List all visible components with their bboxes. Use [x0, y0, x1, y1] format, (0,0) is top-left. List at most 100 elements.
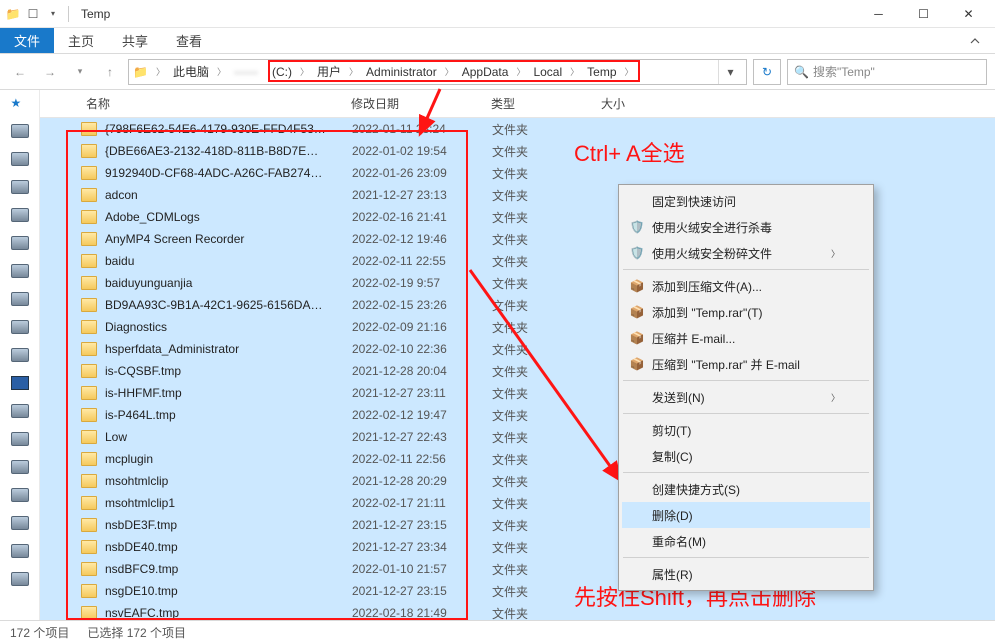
menu-properties[interactable]: 属性(R) — [622, 561, 870, 587]
qat-dropdown[interactable]: ▾ — [44, 5, 62, 23]
menu-copy[interactable]: 复制(C) — [622, 443, 870, 469]
folder-icon — [81, 606, 97, 620]
file-type: 文件夹 — [492, 121, 602, 138]
col-size[interactable]: 大小 — [595, 95, 675, 112]
table-row[interactable]: nsvEAFC.tmp2022-02-18 21:49文件夹 — [40, 602, 995, 620]
file-name: AnyMP4 Screen Recorder — [105, 232, 352, 246]
file-date: 2021-12-27 23:15 — [352, 584, 492, 598]
menu-add-temp-rar[interactable]: 📦添加到 "Temp.rar"(T) — [622, 299, 870, 325]
history-dropdown[interactable]: ▾ — [68, 60, 92, 84]
file-date: 2021-12-27 23:15 — [352, 518, 492, 532]
shield-icon: 🛡️ — [628, 220, 646, 234]
col-date[interactable]: 修改日期 — [345, 95, 485, 112]
sidebar-item[interactable] — [11, 516, 29, 534]
sidebar-item[interactable] — [11, 264, 29, 282]
file-name: mcplugin — [105, 452, 352, 466]
file-date: 2021-12-27 23:13 — [352, 188, 492, 202]
menu-delete[interactable]: 删除(D) — [622, 502, 870, 528]
menu-add-archive[interactable]: 📦添加到压缩文件(A)... — [622, 273, 870, 299]
menu-cut[interactable]: 剪切(T) — [622, 417, 870, 443]
file-type: 文件夹 — [492, 539, 602, 556]
sidebar-item[interactable] — [11, 320, 29, 338]
quick-access-icon[interactable]: ★ — [11, 96, 29, 114]
sidebar-item[interactable] — [11, 152, 29, 170]
sidebar-item[interactable] — [11, 208, 29, 226]
search-input[interactable]: 🔍 搜索"Temp" — [787, 59, 987, 85]
menu-separator — [623, 413, 869, 414]
tab-file[interactable]: 文件 — [0, 28, 54, 53]
sidebar-item[interactable] — [11, 348, 29, 366]
folder-icon — [81, 342, 97, 356]
crumb-hidden[interactable]: ······ — [228, 60, 264, 84]
crumb-users[interactable]: 用户 — [311, 60, 347, 84]
close-button[interactable]: ✕ — [946, 0, 991, 28]
file-type: 文件夹 — [492, 209, 602, 226]
sidebar-item[interactable] — [11, 572, 29, 590]
search-icon: 🔍 — [794, 65, 809, 79]
ribbon-toggle[interactable] — [955, 28, 995, 53]
file-name: nsgDE10.tmp — [105, 584, 352, 598]
file-type: 文件夹 — [492, 363, 602, 380]
sidebar-item[interactable] — [11, 292, 29, 310]
table-row[interactable]: 9192940D-CF68-4ADC-A26C-FAB274…2022-01-2… — [40, 162, 995, 184]
menu-rename[interactable]: 重命名(M) — [622, 528, 870, 554]
sidebar-this-pc[interactable] — [11, 376, 29, 394]
sidebar-item[interactable] — [11, 432, 29, 450]
refresh-button[interactable]: ↻ — [753, 59, 781, 85]
chevron-right-icon: 〉 — [445, 65, 454, 78]
file-date: 2022-02-12 19:46 — [352, 232, 492, 246]
file-date: 2022-02-11 22:55 — [352, 254, 492, 268]
col-type[interactable]: 类型 — [485, 95, 595, 112]
menu-separator — [623, 269, 869, 270]
folder-icon — [81, 430, 97, 444]
address-bar[interactable]: 📁 〉 此电脑 〉 ······ (C:) 〉 用户 〉 Administrat… — [128, 59, 747, 85]
crumb-temp[interactable]: Temp — [581, 60, 622, 84]
annotation-text: Ctrl+ A全选 — [574, 136, 685, 168]
file-date: 2022-02-15 23:26 — [352, 298, 492, 312]
sidebar-item[interactable] — [11, 488, 29, 506]
address-dropdown[interactable]: ▾ — [718, 60, 742, 84]
table-row[interactable]: {DBE66AE3-2132-418D-811B-B8D7E…2022-01-0… — [40, 140, 995, 162]
sidebar-item[interactable] — [11, 460, 29, 478]
sidebar-item[interactable] — [11, 544, 29, 562]
crumb-root[interactable]: 此电脑 — [167, 60, 215, 84]
file-type: 文件夹 — [492, 187, 602, 204]
file-type: 文件夹 — [492, 385, 602, 402]
menu-compress-email[interactable]: 📦压缩并 E-mail... — [622, 325, 870, 351]
menu-shortcut[interactable]: 创建快捷方式(S) — [622, 476, 870, 502]
menu-huorong-scan[interactable]: 🛡️使用火绒安全进行杀毒 — [622, 214, 870, 240]
menu-pin[interactable]: 固定到快速访问 — [622, 188, 870, 214]
maximize-button[interactable]: ☐ — [901, 0, 946, 28]
crumb-drive[interactable]: (C:) — [266, 60, 298, 84]
file-date: 2022-02-18 21:49 — [352, 606, 492, 620]
crumb-admin[interactable]: Administrator — [360, 60, 443, 84]
sidebar-item[interactable] — [11, 124, 29, 142]
col-name[interactable]: 名称 — [80, 95, 345, 112]
file-date: 2022-02-12 19:47 — [352, 408, 492, 422]
file-type: 文件夹 — [492, 495, 602, 512]
file-type: 文件夹 — [492, 341, 602, 358]
tab-share[interactable]: 共享 — [108, 28, 162, 53]
forward-button[interactable]: → — [38, 60, 62, 84]
sidebar-item[interactable] — [11, 404, 29, 422]
file-name: is-CQSBF.tmp — [105, 364, 352, 378]
minimize-button[interactable]: ─ — [856, 0, 901, 28]
menu-send-to[interactable]: 发送到(N)〉 — [622, 384, 870, 410]
table-row[interactable]: {798F6E62-54E6-4179-930E-FFD4F53…2022-01… — [40, 118, 995, 140]
crumb-local[interactable]: Local — [527, 60, 568, 84]
tab-home[interactable]: 主页 — [54, 28, 108, 53]
archive-icon: 📦 — [628, 357, 646, 371]
qat-item[interactable]: ☐ — [24, 5, 42, 23]
folder-icon — [81, 584, 97, 598]
menu-huorong-shred[interactable]: 🛡️使用火绒安全粉碎文件〉 — [622, 240, 870, 266]
sidebar-item[interactable] — [11, 236, 29, 254]
menu-compress-temp-email[interactable]: 📦压缩到 "Temp.rar" 并 E-mail — [622, 351, 870, 377]
file-name: {798F6E62-54E6-4179-930E-FFD4F53… — [105, 122, 352, 136]
file-date: 2021-12-28 20:29 — [352, 474, 492, 488]
tab-view[interactable]: 查看 — [162, 28, 216, 53]
sidebar-item[interactable] — [11, 180, 29, 198]
up-button[interactable]: ↑ — [98, 60, 122, 84]
crumb-appdata[interactable]: AppData — [456, 60, 515, 84]
back-button[interactable]: ← — [8, 60, 32, 84]
folder-icon — [81, 210, 97, 224]
